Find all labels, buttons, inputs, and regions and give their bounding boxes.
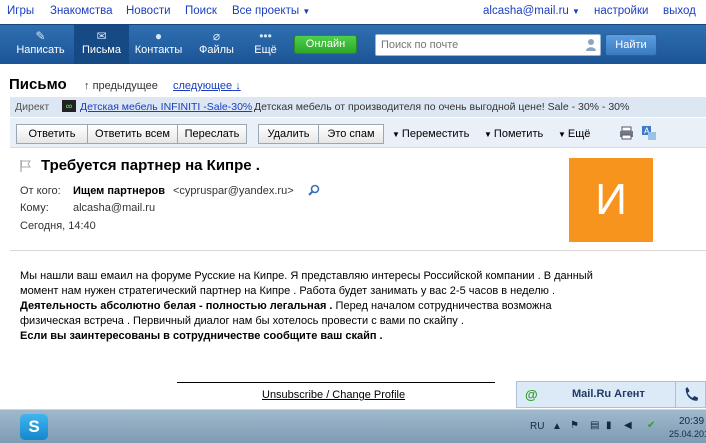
move-dropdown[interactable]: ▼ Переместить bbox=[392, 128, 469, 140]
chevron-down-icon: ▼ bbox=[302, 7, 311, 16]
sender-avatar: И bbox=[569, 158, 653, 242]
phone-icon[interactable] bbox=[675, 382, 706, 407]
mark-dropdown[interactable]: ▼ Пометить bbox=[484, 128, 543, 140]
footer-divider bbox=[177, 382, 495, 383]
check-tray-icon[interactable]: ✔ bbox=[647, 420, 655, 431]
network-icon[interactable]: ▮ bbox=[606, 420, 612, 431]
agent-name: Mail.Ru Агент bbox=[572, 388, 645, 400]
language-indicator[interactable]: RU bbox=[530, 421, 544, 432]
envelope-icon: ✉ bbox=[96, 29, 107, 43]
write-label: Написать bbox=[16, 44, 65, 56]
print-icon[interactable] bbox=[619, 126, 634, 140]
nav-all-projects-label: Все проекты bbox=[232, 5, 300, 17]
files-button[interactable]: ⌀ Файлы bbox=[189, 25, 244, 64]
online-button[interactable]: Онлайн bbox=[294, 35, 357, 54]
prev-link[interactable]: ↑ предыдущее bbox=[84, 80, 158, 92]
mail-agent-widget[interactable]: @ Mail.Ru Агент bbox=[516, 381, 706, 408]
agent-at-icon: @ bbox=[525, 387, 538, 402]
arrow-down-icon: ↓ bbox=[235, 80, 241, 92]
message-date: Сегодня, 14:40 bbox=[20, 220, 96, 232]
move-label: Переместить bbox=[401, 128, 470, 140]
delete-button[interactable]: Удалить bbox=[258, 124, 319, 144]
body-line: Деятельность абсолютно белая - полностью… bbox=[20, 299, 695, 314]
direct-ad-link[interactable]: Детская мебель INFINITI -Sale-30% bbox=[80, 101, 252, 113]
dots-icon: ••• bbox=[259, 29, 272, 43]
more-button[interactable]: ••• Ещё bbox=[238, 25, 293, 64]
to-label: Кому: bbox=[20, 202, 49, 214]
next-link[interactable]: следующее ↓ bbox=[173, 80, 241, 92]
mark-label: Пометить bbox=[493, 128, 544, 140]
message-actions: Ответить Ответить всем Переслать Удалить… bbox=[10, 118, 706, 148]
nav-news[interactable]: Новости bbox=[126, 5, 171, 17]
chevron-down-icon: ▼ bbox=[572, 7, 580, 16]
portal-top-bar: Игры Знакомства Новости Поиск Все проект… bbox=[0, 0, 706, 24]
files-label: Файлы bbox=[199, 44, 234, 56]
nav-games[interactable]: Игры bbox=[7, 5, 34, 17]
main-toolbar: ✎ Написать ✉ Письма ● Контакты ⌀ Файлы •… bbox=[0, 24, 706, 64]
user-email-label: alcasha@mail.ru bbox=[483, 5, 569, 17]
ad-logo-icon: ∞ bbox=[62, 100, 76, 112]
contacts-button[interactable]: ● Контакты bbox=[131, 25, 186, 64]
arrow-up-icon: ↑ bbox=[84, 80, 90, 92]
contacts-label: Контакты bbox=[134, 44, 183, 56]
spam-button[interactable]: Это спам bbox=[318, 124, 384, 144]
device-tray-icon[interactable]: ▤ bbox=[590, 420, 599, 431]
flag-icon[interactable] bbox=[20, 160, 32, 172]
skype-icon[interactable]: S bbox=[20, 414, 48, 440]
direct-ad-text: Детская мебель от производителя по очень… bbox=[254, 101, 630, 113]
triangle-down-icon: ▼ bbox=[558, 130, 566, 139]
message-subject: Требуется партнер на Кипре . bbox=[41, 157, 260, 174]
people-icon[interactable] bbox=[585, 38, 597, 52]
direct-label: Директ bbox=[15, 101, 50, 113]
translate-icon[interactable]: A bbox=[641, 125, 657, 141]
nav-search[interactable]: Поиск bbox=[185, 5, 217, 17]
more-actions-dropdown[interactable]: ▼ Ещё bbox=[558, 128, 590, 140]
message-body: Мы нашли ваш емаил на форуме Русские на … bbox=[20, 269, 695, 344]
body-line: физическая встреча . Первичный диалог на… bbox=[20, 315, 464, 327]
reply-button[interactable]: Ответить bbox=[16, 124, 88, 144]
pencil-icon: ✎ bbox=[35, 29, 46, 43]
paperclip-icon: ⌀ bbox=[212, 29, 221, 43]
mail-label: Письма bbox=[82, 44, 121, 56]
sender-name[interactable]: Ищем партнеров bbox=[73, 185, 165, 197]
more-label: Ещё bbox=[254, 44, 277, 56]
clock-time[interactable]: 20:39 bbox=[679, 416, 704, 427]
sender-email: <cypruspar@yandex.ru> bbox=[173, 185, 294, 197]
flag-tray-icon[interactable]: ⚑ bbox=[570, 420, 579, 431]
unsubscribe-link[interactable]: Unsubscribe / Change Profile bbox=[262, 389, 405, 401]
triangle-down-icon: ▼ bbox=[484, 130, 492, 139]
person-icon: ● bbox=[154, 29, 163, 43]
recipient-email: alcasha@mail.ru bbox=[73, 202, 156, 214]
magnifier-icon[interactable] bbox=[308, 184, 320, 196]
page-title: Письмо bbox=[9, 76, 67, 93]
logout-link[interactable]: выход bbox=[663, 5, 696, 17]
next-label: следующее bbox=[173, 80, 233, 92]
search-input[interactable] bbox=[375, 34, 601, 56]
body-line: момент нам нужен стратегический партнер … bbox=[20, 285, 556, 297]
triangle-down-icon: ▼ bbox=[392, 130, 400, 139]
mail-button[interactable]: ✉ Письма bbox=[74, 25, 129, 64]
body-text: Перед началом сотрудничества возможна bbox=[332, 300, 552, 312]
header-divider bbox=[10, 250, 706, 251]
user-email[interactable]: alcasha@mail.ru ▼ bbox=[483, 5, 580, 17]
windows-taskbar: S RU ▲ ⚑ ▤ ▮ ◀ ✔ 20:39 25.04.201 bbox=[0, 409, 706, 443]
forward-button[interactable]: Переслать bbox=[177, 124, 247, 144]
write-button[interactable]: ✎ Написать bbox=[13, 25, 68, 64]
prev-label: предыдущее bbox=[92, 80, 158, 92]
tray-arrow-icon[interactable]: ▲ bbox=[552, 421, 562, 432]
body-line: Мы нашли ваш емаил на форуме Русские на … bbox=[20, 270, 593, 282]
reply-all-button[interactable]: Ответить всем bbox=[87, 124, 178, 144]
body-line: Если вы заинтересованы в сотрудничестве … bbox=[20, 330, 383, 342]
volume-icon[interactable]: ◀ bbox=[624, 420, 632, 431]
settings-link[interactable]: настройки bbox=[594, 5, 648, 17]
from-label: От кого: bbox=[20, 185, 61, 197]
body-bold-text: Деятельность абсолютно белая - полностью… bbox=[20, 300, 333, 312]
clock-date[interactable]: 25.04.201 bbox=[669, 429, 706, 439]
nav-all-projects[interactable]: Все проекты ▼ bbox=[232, 5, 310, 17]
more-actions-label: Ещё bbox=[567, 128, 591, 140]
find-button[interactable]: Найти bbox=[605, 34, 657, 56]
nav-dating[interactable]: Знакомства bbox=[50, 5, 113, 17]
direct-ad-bar: Директ ∞ Детская мебель INFINITI -Sale-3… bbox=[10, 97, 706, 117]
